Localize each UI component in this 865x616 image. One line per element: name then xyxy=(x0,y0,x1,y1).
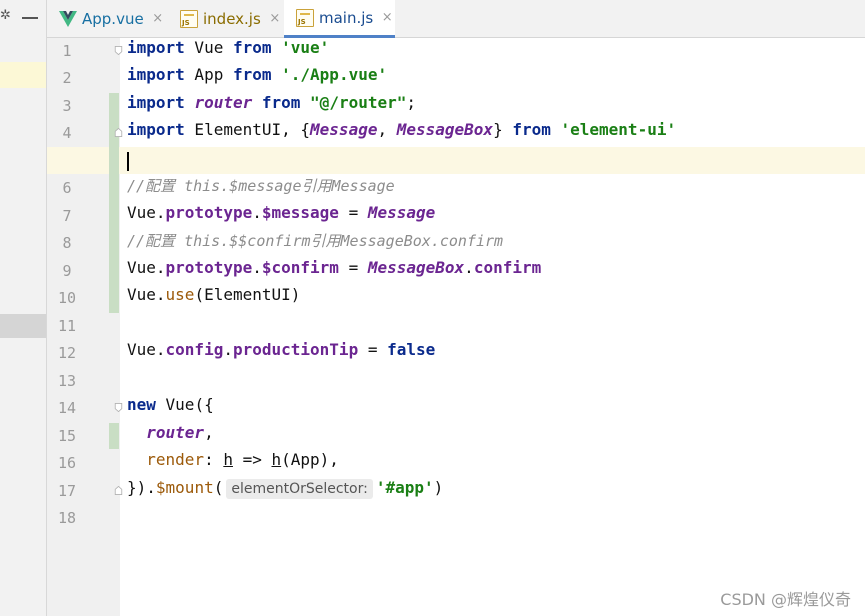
line-number: 12 xyxy=(57,344,77,362)
line-number: 4 xyxy=(62,124,72,142)
code-line-17[interactable]: }).$mount(elementOrSelector: '#app') xyxy=(127,478,443,505)
line-number: 14 xyxy=(57,399,77,417)
line-number: 8 xyxy=(62,234,72,252)
tab-label: App.vue xyxy=(82,9,144,28)
watermark: CSDN @辉煌仪奇 xyxy=(720,590,851,609)
minimize-panel-icon[interactable] xyxy=(22,17,38,19)
tab-app-vue[interactable]: App.vue × xyxy=(47,0,167,37)
line-number: 18 xyxy=(57,509,77,527)
caret-row-highlight xyxy=(47,147,865,174)
ide-window: ✲ App.vue × JS index.js × JS main.js × 1… xyxy=(0,0,865,616)
line-number: 16 xyxy=(57,454,77,472)
line-number: 17 xyxy=(57,482,77,500)
code-line-7[interactable]: Vue.prototype.$message = Message xyxy=(127,203,435,230)
editor-tab-bar: App.vue × JS index.js × JS main.js × xyxy=(47,0,865,38)
js-icon: JS xyxy=(180,9,198,28)
line-number: 10 xyxy=(57,289,77,307)
line-number: 7 xyxy=(62,207,72,225)
fold-icon[interactable] xyxy=(114,46,123,55)
fold-icon[interactable] xyxy=(114,128,123,137)
code-line-9[interactable]: Vue.prototype.$confirm = MessageBox.conf… xyxy=(127,258,541,285)
line-number: 2 xyxy=(62,69,72,87)
line-number: 11 xyxy=(57,317,77,335)
parameter-hint: elementOrSelector: xyxy=(226,478,373,499)
code-line-4[interactable]: import ElementUI, {Message, MessageBox} … xyxy=(127,120,676,147)
line-number: 15 xyxy=(57,427,77,445)
code-line-1[interactable]: import Vue from 'vue' xyxy=(127,38,329,65)
project-panel-strip: ✲ xyxy=(0,0,47,616)
code-line-2[interactable]: import App from './App.vue' xyxy=(127,65,387,92)
tab-index-js[interactable]: JS index.js × xyxy=(168,0,283,37)
tab-label: main.js xyxy=(319,8,374,27)
code-line-3[interactable]: import router from "@/router"; xyxy=(127,93,416,120)
code-line-8[interactable]: //配置 this.$$confirm引用MessageBox.confirm xyxy=(127,230,503,257)
line-number: 6 xyxy=(62,179,72,197)
tab-label: index.js xyxy=(203,9,261,28)
code-line-16[interactable]: render: h => h(App), xyxy=(127,450,339,477)
vue-icon xyxy=(59,10,77,28)
vcs-change-marker[interactable] xyxy=(109,93,119,313)
line-number: 9 xyxy=(62,262,72,280)
fold-icon[interactable] xyxy=(114,486,123,495)
tab-main-js[interactable]: JS main.js × xyxy=(284,0,395,38)
close-icon[interactable]: × xyxy=(152,11,164,26)
js-icon: JS xyxy=(296,8,314,27)
code-line-12[interactable]: Vue.config.productionTip = false xyxy=(127,340,435,367)
panel-selected-row[interactable] xyxy=(0,314,46,338)
text-caret xyxy=(127,152,129,171)
code-line-15[interactable]: router, xyxy=(127,423,213,450)
close-icon[interactable]: × xyxy=(381,10,393,25)
code-line-6[interactable]: //配置 this.$message引用Message xyxy=(127,175,395,202)
line-number: 3 xyxy=(62,97,72,115)
code-line-14[interactable]: new Vue({ xyxy=(127,395,214,422)
vcs-change-marker[interactable] xyxy=(109,423,119,449)
panel-highlight-row xyxy=(0,62,46,88)
line-number: 13 xyxy=(57,372,77,390)
close-icon[interactable]: × xyxy=(269,11,281,26)
line-number: 1 xyxy=(62,42,72,60)
fold-icon[interactable] xyxy=(114,403,123,412)
code-line-10[interactable]: Vue.use(ElementUI) xyxy=(127,285,300,312)
settings-icon[interactable]: ✲ xyxy=(0,8,10,26)
